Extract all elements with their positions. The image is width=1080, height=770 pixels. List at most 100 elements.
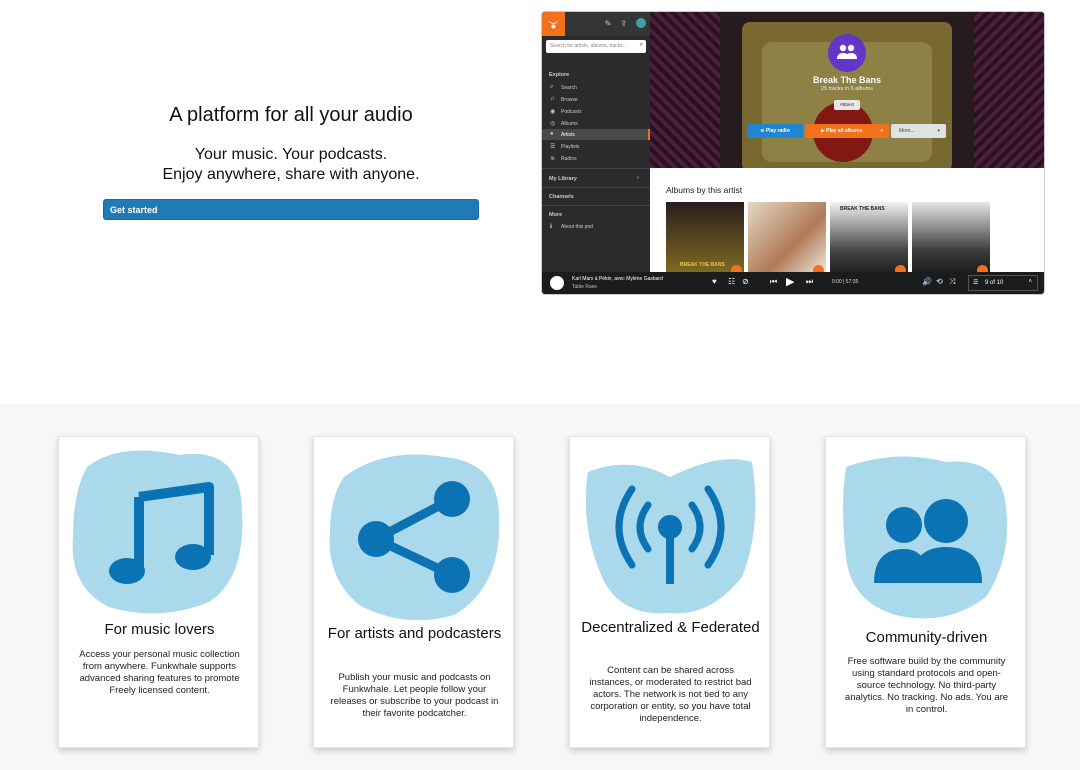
chevron-up-icon: ˄ xyxy=(1028,279,1032,285)
sidebar-divider xyxy=(542,187,650,188)
next-icon[interactable]: ⏭ xyxy=(806,277,813,287)
chevron-down-icon: ▾ xyxy=(880,128,883,134)
feature-card-music-lovers: For music lovers Access your personal mu… xyxy=(58,436,259,748)
album-cover[interactable] xyxy=(748,202,826,276)
feature-title: Community-driven xyxy=(865,629,988,646)
sidebar-item-search[interactable]: ⌕ Search xyxy=(542,82,650,93)
album-cover-label: BREAK THE BANS xyxy=(680,262,725,268)
explore-heading: Explore xyxy=(549,72,570,78)
play-radio-label: Play radio xyxy=(765,128,790,134)
feature-card-decentralized: Decentralized & Federated Content can be… xyxy=(569,436,770,748)
channels-link[interactable]: Channels xyxy=(549,194,574,200)
users-icon xyxy=(837,44,857,59)
hide-icon[interactable]: ⊘ xyxy=(742,277,749,286)
feature-card-community: Community-driven Free software build by … xyxy=(825,436,1026,748)
hero-subtitle-line-2: Enjoy anywhere, share with anyone. xyxy=(162,166,420,183)
albums-heading: Albums by this artist xyxy=(666,185,743,195)
queue-position: 9 of 10 xyxy=(985,280,1004,286)
album-cover[interactable] xyxy=(912,202,990,276)
album-cover-label: BREAK THE BANS xyxy=(840,206,885,212)
album-cover[interactable]: BREAK THE BANS xyxy=(830,202,908,276)
users-icon xyxy=(843,456,1008,619)
get-started-button[interactable]: Get started xyxy=(103,199,479,220)
album-cover[interactable]: BREAK THE BANS xyxy=(666,202,744,276)
sidebar-item-podcasts[interactable]: ◉ Podcasts xyxy=(542,106,650,117)
sidebar-search-input[interactable]: Search for artists, albums, tracks... ⌕ xyxy=(546,40,646,53)
feature-text: Publish your music and podcasts on Funkw… xyxy=(330,672,499,719)
wrench-icon[interactable]: ✎ xyxy=(605,19,612,28)
broadcast-icon xyxy=(585,459,756,614)
feature-text: Free software build by the community usi… xyxy=(844,656,1009,715)
sidebar-item-label: Search xyxy=(561,85,577,91)
feature-card-artists: For artists and podcasters Publish your … xyxy=(313,436,514,748)
hero-subtitle-line-1: Your music. Your podcasts. xyxy=(194,146,388,163)
list-icon: ☰ xyxy=(973,280,979,286)
sidebar-item-label: Podcasts xyxy=(561,109,582,115)
now-playing-track[interactable]: Karl Marx à Pékin, avec Mylène Gasbard xyxy=(572,276,663,282)
feature-title: For music lovers xyxy=(104,621,215,638)
upload-icon[interactable]: ⇪ xyxy=(620,19,627,28)
sidebar-item-label: Browse xyxy=(561,97,578,103)
sidebar-item-playlists[interactable]: ☰ Playlists xyxy=(542,141,650,152)
artist-avatar xyxy=(828,34,866,72)
volume-icon[interactable]: 🔊 xyxy=(922,277,932,286)
sidebar-item-radios[interactable]: ≋ Radios xyxy=(542,153,650,164)
user-avatar[interactable] xyxy=(636,18,646,28)
add-to-playlist-icon[interactable]: ☷ xyxy=(728,277,735,286)
player-bar: Karl Marx à Pékin, avec Mylène Gasbard T… xyxy=(542,272,1044,294)
hero-title: A platform for all your audio xyxy=(169,104,413,126)
info-icon: ℹ xyxy=(550,224,553,230)
hero-subtitle: Your music. Your podcasts. Enjoy anywher… xyxy=(103,145,479,185)
artist-tag[interactable]: #Bbest xyxy=(834,100,860,110)
sidebar-item-browse[interactable]: ♫ Browse xyxy=(542,94,650,105)
hero-section: A platform for all your audio Your music… xyxy=(0,0,1080,404)
sidebar-item-about[interactable]: ℹ About this pod xyxy=(542,221,650,232)
repeat-icon[interactable]: ⟲ xyxy=(936,277,943,286)
app-screenshot: ✎ ⇪ Search for artists, albums, tracks..… xyxy=(542,12,1044,294)
playback-time: 0:00 | 57:35 xyxy=(832,279,859,285)
previous-icon[interactable]: ⏮ xyxy=(770,277,777,287)
more-label: More... xyxy=(899,128,915,134)
heart-icon[interactable]: ♥ xyxy=(712,277,717,286)
hero-text: A platform for all your audio Your music… xyxy=(103,104,479,185)
share-icon xyxy=(329,454,500,621)
play-all-label: Play all albums xyxy=(826,128,863,134)
sidebar-item-label: Albums xyxy=(561,121,578,127)
sidebar-top-bar: ✎ ⇪ xyxy=(542,12,650,36)
more-dropdown[interactable]: More... ▾ xyxy=(891,124,946,138)
sidebar-item-label: About this pod xyxy=(561,224,593,230)
now-playing-album[interactable]: Table Rase xyxy=(572,284,597,290)
sidebar-item-label: Artists xyxy=(561,132,575,138)
funkwhale-logo[interactable] xyxy=(542,12,565,36)
feature-text: Access your personal music collection fr… xyxy=(79,649,240,696)
sidebar-item-artists[interactable]: ● Artists xyxy=(542,129,650,140)
artist-name: Break The Bans xyxy=(812,75,882,85)
sidebar-item-label: Playlists xyxy=(561,144,580,150)
features-section: For music lovers Access your personal mu… xyxy=(0,404,1080,770)
sidebar-item-label: Radios xyxy=(561,156,577,162)
music-note-icon: ♫ xyxy=(550,96,555,102)
now-playing-cover xyxy=(550,276,564,290)
play-radio-button[interactable]: ≋ Play radio xyxy=(747,124,803,138)
search-icon[interactable]: ⌕ xyxy=(640,42,643,49)
sidebar-divider xyxy=(542,168,650,169)
music-note-icon xyxy=(72,450,243,614)
app-sidebar: ✎ ⇪ Search for artists, albums, tracks..… xyxy=(542,12,650,272)
list-icon: ☰ xyxy=(550,144,556,150)
play-icon[interactable]: ▶ xyxy=(786,275,794,288)
my-library-toggle[interactable]: My Library › xyxy=(549,175,639,182)
shuffle-icon[interactable]: ⤨ xyxy=(949,277,955,287)
feature-text: Content can be shared across instances, … xyxy=(589,665,752,724)
chevron-right-icon: › xyxy=(637,175,639,181)
queue-button[interactable]: ☰ 9 of 10 ˄ xyxy=(968,275,1038,291)
chevron-down-icon: ▾ xyxy=(937,128,940,134)
play-all-albums-button[interactable]: ▶ Play all albums ▾ xyxy=(805,124,889,138)
whale-logo-icon xyxy=(548,20,559,29)
more-heading: More xyxy=(549,212,563,218)
my-library-label: My Library xyxy=(549,176,577,182)
search-icon: ⌕ xyxy=(550,84,554,90)
sidebar-item-albums[interactable]: ◎ Albums xyxy=(542,118,650,129)
disc-icon: ◎ xyxy=(550,121,556,127)
feature-title: For artists and podcasters xyxy=(327,625,502,642)
feed-icon: ≋ xyxy=(550,156,556,162)
